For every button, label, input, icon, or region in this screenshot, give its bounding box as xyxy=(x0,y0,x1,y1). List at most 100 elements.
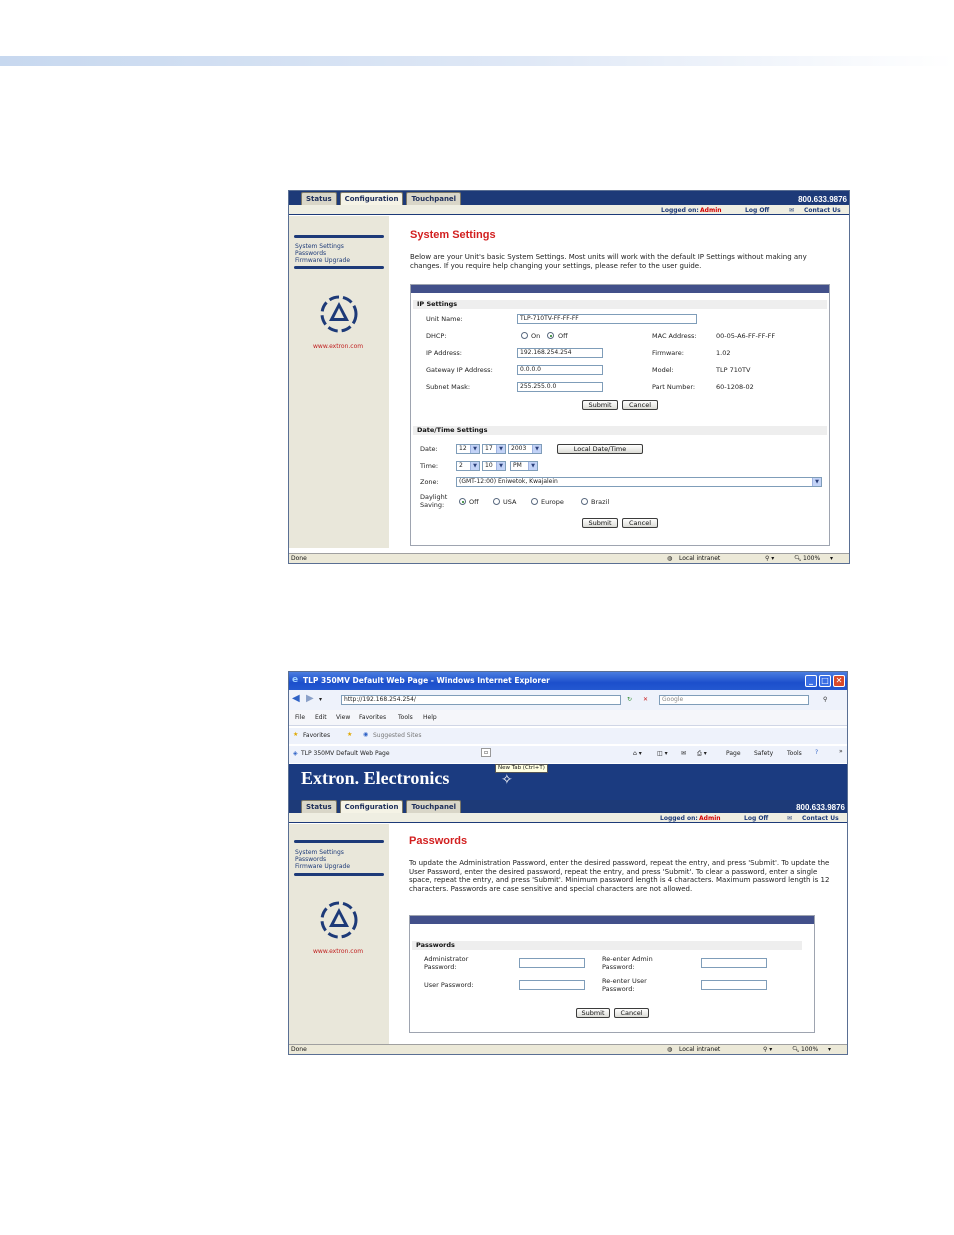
reenter-user-input[interactable] xyxy=(701,980,767,990)
zoom-dropdown-icon[interactable]: ▾ xyxy=(830,555,833,562)
sidebar-item-firmware-upgrade[interactable]: Firmware Upgrade xyxy=(295,863,350,870)
favorites-button[interactable]: Favorites xyxy=(303,732,330,739)
month-select[interactable]: 12 ▼ xyxy=(456,444,480,454)
zoom-level[interactable]: 100% xyxy=(803,555,820,562)
phone-number: 800.633.9876 xyxy=(796,803,845,812)
intro-text: To update the Administration Password, e… xyxy=(409,859,830,893)
logoff-link[interactable]: Log Off xyxy=(745,207,769,214)
menu-tools[interactable]: Tools xyxy=(398,714,413,721)
contact-link[interactable]: Contact Us xyxy=(802,815,839,822)
protected-mode-icon[interactable]: ⚲ ▾ xyxy=(763,1046,772,1053)
minimize-button[interactable]: _ xyxy=(805,675,817,687)
daylight-brazil-radio[interactable] xyxy=(581,498,588,505)
dhcp-off-radio[interactable] xyxy=(547,332,554,339)
feeds-icon[interactable]: ◫ ▾ xyxy=(657,750,668,757)
logoff-link[interactable]: Log Off xyxy=(744,815,768,822)
new-tab-button[interactable]: ▫ xyxy=(481,748,492,757)
tab-configuration[interactable]: Configuration xyxy=(339,192,404,205)
zone-text: Local intranet xyxy=(679,555,721,562)
mac-value: 00-05-A6-FF-FF-FF xyxy=(716,332,776,340)
daylight-label: Daylight xyxy=(420,493,448,501)
local-date-time-button[interactable]: Local Date/Time xyxy=(557,444,643,454)
back-icon[interactable]: ◀ xyxy=(292,693,300,704)
sidebar-item-system-settings[interactable]: System Settings xyxy=(295,243,344,250)
print-icon[interactable]: ⎙ ▾ xyxy=(697,750,707,758)
admin-password-label: Administrator xyxy=(424,955,469,963)
more-commands-icon[interactable]: » xyxy=(839,748,843,755)
dhcp-on-radio[interactable] xyxy=(521,332,528,339)
submit-button[interactable]: Submit xyxy=(576,1008,610,1018)
refresh-icon[interactable]: ↻ xyxy=(627,696,632,703)
daylight-usa-radio[interactable] xyxy=(493,498,500,505)
suggested-sites-link[interactable]: Suggested Sites xyxy=(373,732,421,739)
ip-cancel-button[interactable]: Cancel xyxy=(622,400,658,410)
dt-cancel-button[interactable]: Cancel xyxy=(622,518,658,528)
page-menu[interactable]: Page xyxy=(726,750,741,757)
daylight-usa-label: USA xyxy=(503,498,517,506)
add-favorite-icon[interactable]: ★ xyxy=(347,731,352,738)
sidebar-item-passwords[interactable]: Passwords xyxy=(295,856,326,863)
ampm-select[interactable]: PM ▼ xyxy=(510,461,538,471)
envelope-icon: ✉ xyxy=(789,207,795,214)
logged-user: Admin xyxy=(699,815,721,822)
protected-mode-icon[interactable]: ⚲ ▾ xyxy=(765,555,774,562)
passwords-screenshot: e TLP 350MV Default Web Page - Windows I… xyxy=(288,671,848,1055)
zone-label: Zone: xyxy=(420,478,439,486)
menu-bar: File Edit View Favorites Tools Help xyxy=(289,710,847,726)
sidebar-item-passwords[interactable]: Passwords xyxy=(295,250,326,257)
hour-select[interactable]: 2 ▼ xyxy=(456,461,480,471)
settings-form: IP Settings Unit Name: TLP-710TV-FF-FF-F… xyxy=(410,284,830,546)
tab-status[interactable]: Status xyxy=(301,192,337,205)
tab-status[interactable]: Status xyxy=(301,800,337,813)
help-icon[interactable]: ? xyxy=(815,749,818,756)
forward-icon[interactable]: ▶ xyxy=(306,693,314,704)
year-select[interactable]: 2003 ▼ xyxy=(508,444,542,454)
sidebar-item-system-settings[interactable]: System Settings xyxy=(295,849,344,856)
day-select[interactable]: 17 ▼ xyxy=(482,444,506,454)
daylight-off-radio[interactable] xyxy=(459,498,466,505)
globe-icon: ◍ xyxy=(667,1046,673,1053)
menu-edit[interactable]: Edit xyxy=(315,714,327,721)
ip-address-input[interactable]: 192.168.254.254 xyxy=(517,348,603,358)
menu-help[interactable]: Help xyxy=(423,714,437,721)
zone-select[interactable]: (GMT-12:00) Eniwetok, Kwajalein ▼ xyxy=(456,477,822,487)
reenter-admin-input[interactable] xyxy=(701,958,767,968)
mail-icon[interactable]: ✉ xyxy=(681,750,686,757)
menu-favorites[interactable]: Favorites xyxy=(359,714,386,721)
user-password-input[interactable] xyxy=(519,980,585,990)
maximize-button[interactable]: □ xyxy=(819,675,831,687)
day-value: 17 xyxy=(485,445,493,452)
website-link[interactable]: www.extron.com xyxy=(313,343,363,350)
service-support-solutions-logo xyxy=(320,295,358,333)
tab-touchpanel[interactable]: Touchpanel xyxy=(406,192,462,205)
unit-name-input[interactable]: TLP-710TV-FF-FF-FF xyxy=(517,314,697,324)
menu-file[interactable]: File xyxy=(295,714,305,721)
home-icon[interactable]: ⌂ ▾ xyxy=(633,750,642,757)
page-title: System Settings xyxy=(410,229,496,241)
search-input[interactable]: Google xyxy=(659,695,809,705)
subnet-mask-input[interactable]: 255.255.0.0 xyxy=(517,382,603,392)
stop-icon[interactable]: ✕ xyxy=(643,696,648,703)
browser-tab[interactable]: TLP 350MV Default Web Page xyxy=(301,750,390,757)
history-dropdown-icon[interactable]: ▾ xyxy=(319,696,322,703)
close-button[interactable]: ✕ xyxy=(833,675,845,687)
tools-menu[interactable]: Tools xyxy=(787,750,802,757)
minute-select[interactable]: 10 ▼ xyxy=(482,461,506,471)
ip-submit-button[interactable]: Submit xyxy=(582,400,618,410)
safety-menu[interactable]: Safety xyxy=(754,750,773,757)
address-input[interactable]: http://192.168.254.254/ xyxy=(341,695,621,705)
tab-touchpanel[interactable]: Touchpanel xyxy=(406,800,462,813)
admin-password-input[interactable] xyxy=(519,958,585,968)
website-link[interactable]: www.extron.com xyxy=(313,948,363,955)
gateway-input[interactable]: 0.0.0.0 xyxy=(517,365,603,375)
daylight-europe-radio[interactable] xyxy=(531,498,538,505)
cancel-button[interactable]: Cancel xyxy=(614,1008,649,1018)
zoom-level[interactable]: 100% xyxy=(801,1046,818,1053)
zoom-dropdown-icon[interactable]: ▾ xyxy=(828,1046,831,1053)
menu-view[interactable]: View xyxy=(336,714,350,721)
dt-submit-button[interactable]: Submit xyxy=(582,518,618,528)
contact-link[interactable]: Contact Us xyxy=(804,207,841,214)
sidebar-item-firmware-upgrade[interactable]: Firmware Upgrade xyxy=(295,257,350,264)
search-icon[interactable]: ⚲ xyxy=(823,696,827,703)
tab-configuration[interactable]: Configuration xyxy=(339,800,404,813)
